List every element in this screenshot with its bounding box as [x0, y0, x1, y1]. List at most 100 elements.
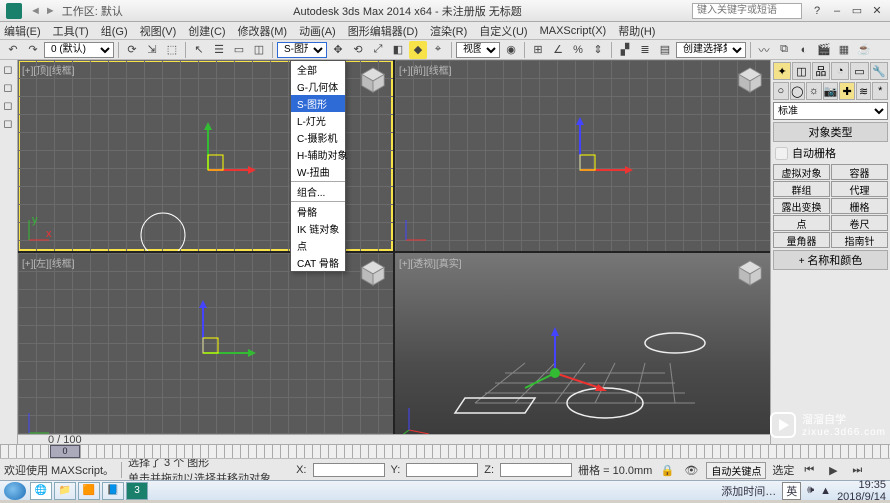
filter-item[interactable]: C-摄影机: [291, 129, 345, 146]
task-app2[interactable]: 📘: [102, 482, 124, 500]
link-icon[interactable]: ⟳: [123, 41, 141, 59]
objtype-button[interactable]: 指南针: [831, 232, 888, 248]
time-slider-range[interactable]: 0 / 100: [18, 434, 770, 444]
move-icon[interactable]: ✥: [329, 41, 347, 59]
menu-tools[interactable]: 工具(T): [53, 23, 89, 39]
viewcube-icon[interactable]: [359, 259, 387, 287]
menu-maxscript[interactable]: MAXScript(X): [540, 25, 607, 37]
filter-item[interactable]: 组合...: [291, 183, 345, 200]
workspace-label[interactable]: 工作区: 默认: [62, 3, 123, 19]
autokey-button[interactable]: 自动关键点: [706, 462, 766, 479]
move-gizmo[interactable]: [178, 120, 258, 200]
lt-3-icon[interactable]: ◻: [0, 96, 16, 114]
tab-motion[interactable]: ◔: [831, 62, 849, 80]
addtime-label[interactable]: 添加时间…: [721, 483, 776, 499]
cat-warps[interactable]: ≋: [856, 82, 872, 100]
prev-key-icon[interactable]: ⏮: [800, 461, 818, 479]
filter-item[interactable]: IK 链对象: [291, 220, 345, 237]
objtype-button[interactable]: 虚拟对象: [773, 164, 830, 180]
lt-2-icon[interactable]: ◻: [0, 78, 16, 96]
selection-set-dropdown[interactable]: 0 (默认): [44, 42, 114, 58]
viewport-front[interactable]: [+][前][线框]: [395, 60, 770, 251]
select-icon[interactable]: ↖: [190, 41, 208, 59]
close-icon[interactable]: ✕: [870, 4, 884, 18]
isolate-icon[interactable]: 👁: [682, 461, 700, 479]
objtype-button[interactable]: 栅格: [831, 198, 888, 214]
render-setup-icon[interactable]: 🎬: [815, 41, 833, 59]
move-gizmo[interactable]: [168, 298, 258, 388]
timeline[interactable]: 0: [0, 445, 890, 459]
layer-icon[interactable]: ▤: [656, 41, 674, 59]
objtype-button[interactable]: 容器: [831, 164, 888, 180]
filter-item[interactable]: 点: [291, 237, 345, 254]
ime-indicator[interactable]: 英: [782, 482, 801, 500]
filter-item[interactable]: L-灯光: [291, 112, 345, 129]
time-slider-thumb[interactable]: 0: [50, 445, 80, 458]
tray-icon[interactable]: ▲: [820, 485, 831, 497]
fwd-icon[interactable]: ►: [45, 5, 56, 17]
objtype-button[interactable]: 露出变换: [773, 198, 830, 214]
window-cross-icon[interactable]: ◫: [250, 41, 268, 59]
select-region-icon[interactable]: ▭: [230, 41, 248, 59]
schematic-icon[interactable]: ⧉: [775, 41, 793, 59]
menu-animation[interactable]: 动画(A): [299, 23, 336, 39]
named-sel-dropdown[interactable]: 创建选择集: [676, 42, 746, 58]
cat-helpers[interactable]: ✚: [839, 82, 855, 100]
undo-icon[interactable]: ↶: [4, 41, 22, 59]
menu-modifiers[interactable]: 修改器(M): [238, 23, 288, 39]
percent-snap-icon[interactable]: %: [569, 41, 587, 59]
filter-item[interactable]: S-图形: [291, 95, 345, 112]
redo-icon[interactable]: ↷: [24, 41, 42, 59]
filter-item[interactable]: H-辅助对象: [291, 146, 345, 163]
menu-group[interactable]: 组(G): [101, 23, 128, 39]
snap-icon[interactable]: ⌖: [429, 41, 447, 59]
cat-shapes[interactable]: ◯: [790, 82, 806, 100]
ref-coord-icon[interactable]: ◧: [389, 41, 407, 59]
filter-item[interactable]: 全部: [291, 61, 345, 78]
search-input[interactable]: [692, 3, 802, 19]
clock-time[interactable]: 19:35: [837, 479, 886, 491]
menu-edit[interactable]: 编辑(E): [4, 23, 41, 39]
snap2-icon[interactable]: ⊞: [529, 41, 547, 59]
render-frame-icon[interactable]: ▦: [835, 41, 853, 59]
menu-help[interactable]: 帮助(H): [618, 23, 655, 39]
lt-1-icon[interactable]: ◻: [0, 60, 16, 78]
objtype-button[interactable]: 代理: [831, 181, 888, 197]
vp-persp-label[interactable]: [+][透视][真实]: [399, 255, 462, 270]
vp-front-label[interactable]: [+][前][线框]: [399, 62, 452, 77]
unlink-icon[interactable]: ⇲: [143, 41, 161, 59]
cat-geom[interactable]: ○: [773, 82, 789, 100]
curve-editor-icon[interactable]: 〰: [755, 41, 773, 59]
lt-4-icon[interactable]: ◻: [0, 114, 16, 132]
objtype-button[interactable]: 卷尺: [831, 215, 888, 231]
start-button[interactable]: [4, 482, 26, 500]
tab-create[interactable]: ✦: [773, 62, 791, 80]
selection-filter-menu[interactable]: 全部G-几何体S-图形L-灯光C-摄影机H-辅助对象W-扭曲组合...骨骼IK …: [290, 60, 346, 272]
menu-graph[interactable]: 图形编辑器(D): [348, 23, 418, 39]
objtype-button[interactable]: 群组: [773, 181, 830, 197]
tab-hierarchy[interactable]: 品: [812, 62, 830, 80]
material-icon[interactable]: ◐: [795, 41, 813, 59]
task-explorer[interactable]: 📁: [54, 482, 76, 500]
coord-z-input[interactable]: [500, 463, 572, 477]
align-icon[interactable]: ≣: [636, 41, 654, 59]
subcategory-dropdown[interactable]: 标准: [773, 102, 888, 120]
objtype-button[interactable]: 量角器: [773, 232, 830, 248]
angle-snap-icon[interactable]: ∠: [549, 41, 567, 59]
mirror-icon[interactable]: ▞: [616, 41, 634, 59]
rollout-object-type[interactable]: 对象类型: [773, 122, 888, 142]
spinner-snap-icon[interactable]: ⇕: [589, 41, 607, 59]
coord-y-input[interactable]: [406, 463, 478, 477]
move-gizmo[interactable]: [545, 115, 635, 205]
cat-lights[interactable]: ☼: [806, 82, 822, 100]
lock-icon[interactable]: 🔒: [658, 461, 676, 479]
coord-x-input[interactable]: [313, 463, 385, 477]
cat-systems[interactable]: *: [872, 82, 888, 100]
viewcube-icon[interactable]: [736, 66, 764, 94]
viewport-left[interactable]: [+][左][线框]: [18, 253, 393, 444]
back-icon[interactable]: ◄: [30, 5, 41, 17]
manipulate-icon[interactable]: ◆: [409, 41, 427, 59]
task-3dsmax[interactable]: 3: [126, 482, 148, 500]
viewcube-icon[interactable]: [359, 66, 387, 94]
tab-utilities[interactable]: 🔧: [870, 62, 888, 80]
